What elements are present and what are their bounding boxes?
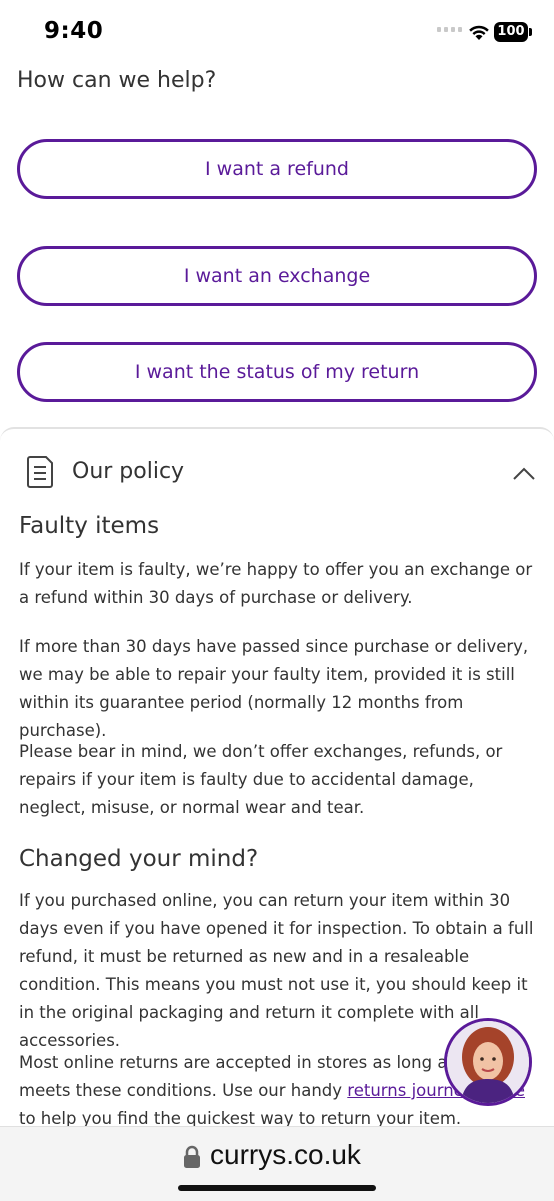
lock-icon [184,1145,200,1168]
return-status-button[interactable]: I want the status of my return [17,342,537,402]
home-indicator[interactable] [178,1185,376,1191]
battery-tip [529,28,532,36]
changed-mind-heading: Changed your mind? [19,846,259,872]
battery-icon: 100 [494,22,528,42]
refund-button[interactable]: I want a refund [17,139,537,199]
status-time: 9:40 [44,18,104,44]
chevron-up-icon[interactable] [512,467,536,481]
status-bar: 9:40 100 [0,0,554,64]
faulty-items-heading: Faulty items [19,513,160,539]
agent-portrait-icon [447,1021,529,1103]
policy-title: Our policy [72,459,185,484]
faulty-paragraph-1: If your item is faulty, we’re happy to o… [19,560,533,607]
faulty-paragraph-2: If more than 30 days have passed since p… [19,637,529,740]
chat-agent-avatar[interactable] [444,1018,532,1106]
policy-accordion-header[interactable]: Our policy [0,449,554,499]
wifi-icon [469,25,489,40]
browser-url-bar[interactable]: currys.co.uk [0,1126,554,1201]
url-text: currys.co.uk [210,1139,361,1170]
document-icon [27,456,53,488]
help-title: How can we help? [17,68,217,93]
cellular-signal-icon [437,27,462,32]
exchange-button[interactable]: I want an exchange [17,246,537,306]
faulty-paragraph-3: Please bear in mind, we don’t offer exch… [19,742,503,817]
